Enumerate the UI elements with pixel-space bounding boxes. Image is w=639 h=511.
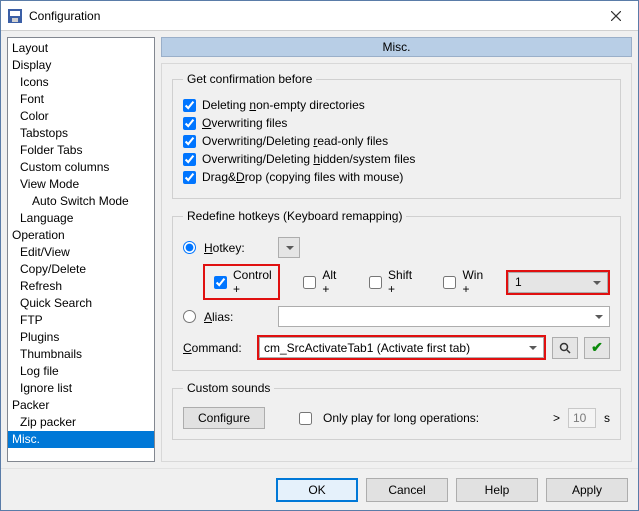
label-only-long: Only play for long operations: xyxy=(323,411,479,425)
alias-combo[interactable] xyxy=(278,306,610,327)
tree-item[interactable]: Thumbnails xyxy=(8,346,154,363)
tree-item[interactable]: FTP xyxy=(8,312,154,329)
long-op-seconds[interactable]: 10 xyxy=(568,408,596,428)
confirm-checkbox[interactable] xyxy=(183,117,196,130)
checkbox-only-long[interactable] xyxy=(299,412,312,425)
command-combo[interactable]: cm_SrcActivateTab1 (Activate first tab) xyxy=(259,337,544,358)
right-pane: Misc. Get confirmation before Deleting n… xyxy=(161,37,632,462)
category-tree[interactable]: LayoutDisplayIconsFontColorTabstopsFolde… xyxy=(7,37,155,462)
help-button[interactable]: Help xyxy=(456,478,538,502)
tree-item[interactable]: Edit/View xyxy=(8,244,154,261)
confirm-label: Overwriting/Deleting hidden/system files xyxy=(202,152,415,166)
tree-item[interactable]: Zip packer xyxy=(8,414,154,431)
tree-item[interactable]: Misc. xyxy=(8,431,154,448)
confirm-row: Overwriting/Deleting read-only files xyxy=(183,134,610,148)
tree-item[interactable]: Display xyxy=(8,57,154,74)
group-hotkeys-legend: Redefine hotkeys (Keyboard remapping) xyxy=(183,209,406,223)
confirm-row: Overwriting/Deleting hidden/system files xyxy=(183,152,610,166)
radio-hotkey[interactable] xyxy=(183,241,196,254)
check-icon: ✔ xyxy=(591,339,603,356)
mod-shift[interactable]: Shift + xyxy=(360,266,420,298)
checkbox-win[interactable] xyxy=(443,276,456,289)
tree-item[interactable]: Log file xyxy=(8,363,154,380)
mod-control[interactable]: Control + xyxy=(203,264,280,300)
mod-win[interactable]: Win + xyxy=(434,266,492,298)
command-wrap: cm_SrcActivateTab1 (Activate first tab) xyxy=(257,335,546,360)
tree-item[interactable]: Layout xyxy=(8,40,154,57)
tree-item[interactable]: Language xyxy=(8,210,154,227)
tree-item[interactable]: Custom columns xyxy=(8,159,154,176)
label-hotkey: Hotkey: xyxy=(204,241,272,255)
confirm-row: Overwriting files xyxy=(183,116,610,130)
key-combo[interactable]: 1 xyxy=(508,272,608,293)
mod-alt[interactable]: Alt + xyxy=(294,266,346,298)
dialog-footer: OK Cancel Help Apply xyxy=(1,468,638,510)
label-alias: Alias: xyxy=(204,310,272,324)
tree-item[interactable]: Font xyxy=(8,91,154,108)
group-sounds: Custom sounds Configure Only play for lo… xyxy=(172,381,621,440)
confirm-row: Deleting non-empty directories xyxy=(183,98,610,112)
tree-item[interactable]: Folder Tabs xyxy=(8,142,154,159)
search-icon xyxy=(559,342,571,354)
tree-item[interactable]: Plugins xyxy=(8,329,154,346)
tree-item[interactable]: Icons xyxy=(8,74,154,91)
tree-item[interactable]: Auto Switch Mode xyxy=(8,193,154,210)
tree-item[interactable]: Ignore list xyxy=(8,380,154,397)
confirm-label: Overwriting files xyxy=(202,116,287,130)
cancel-button[interactable]: Cancel xyxy=(366,478,448,502)
checkbox-shift[interactable] xyxy=(369,276,382,289)
apply-button[interactable]: Apply xyxy=(546,478,628,502)
tree-item[interactable]: Packer xyxy=(8,397,154,414)
confirm-label: Overwriting/Deleting read-only files xyxy=(202,134,388,148)
radio-alias[interactable] xyxy=(183,310,196,323)
checkbox-alt[interactable] xyxy=(303,276,316,289)
label-command: Command: xyxy=(183,341,251,355)
browse-command-button[interactable] xyxy=(552,337,578,359)
tree-item[interactable]: Quick Search xyxy=(8,295,154,312)
tree-item[interactable]: Copy/Delete xyxy=(8,261,154,278)
tree-item[interactable]: Operation xyxy=(8,227,154,244)
tree-item[interactable]: Refresh xyxy=(8,278,154,295)
checkbox-control[interactable] xyxy=(214,276,227,289)
configure-sounds-button[interactable]: Configure xyxy=(183,407,265,429)
tree-item[interactable]: Color xyxy=(8,108,154,125)
group-hotkeys: Redefine hotkeys (Keyboard remapping) Ho… xyxy=(172,209,621,371)
tree-item[interactable]: View Mode xyxy=(8,176,154,193)
confirm-checkbox[interactable] xyxy=(183,153,196,166)
page-header: Misc. xyxy=(161,37,632,57)
group-confirmation: Get confirmation before Deleting non-emp… xyxy=(172,72,621,199)
confirm-checkbox[interactable] xyxy=(183,135,196,148)
confirm-row: Drag&Drop (copying files with mouse) xyxy=(183,170,610,184)
close-button[interactable] xyxy=(593,1,638,30)
group-confirmation-legend: Get confirmation before xyxy=(183,72,316,86)
group-sounds-legend: Custom sounds xyxy=(183,381,274,395)
titlebar: Configuration xyxy=(1,1,638,31)
confirm-checkbox[interactable] xyxy=(183,171,196,184)
window-title: Configuration xyxy=(29,9,593,23)
hotkey-prefix-combo[interactable] xyxy=(278,237,300,258)
tree-item[interactable]: Tabstops xyxy=(8,125,154,142)
confirm-label: Deleting non-empty directories xyxy=(202,98,365,112)
confirm-label: Drag&Drop (copying files with mouse) xyxy=(202,170,403,184)
key-combo-wrap: 1 xyxy=(506,270,610,295)
ok-button[interactable]: OK xyxy=(276,478,358,502)
app-icon xyxy=(7,8,23,24)
config-window: Configuration LayoutDisplayIconsFontColo… xyxy=(0,0,639,511)
confirm-command-button[interactable]: ✔ xyxy=(584,337,610,359)
confirm-checkbox[interactable] xyxy=(183,99,196,112)
